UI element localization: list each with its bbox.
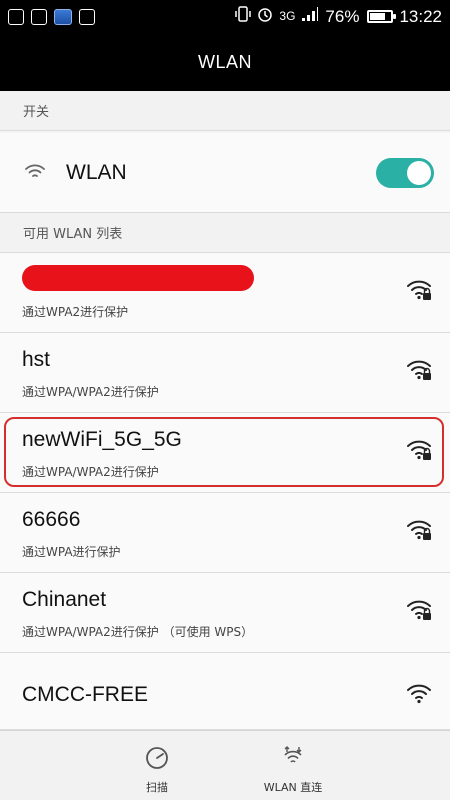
alarm-icon [257,6,273,27]
power-app-icon [54,8,72,25]
section-header-network-list: 可用 WLAN 列表 [0,213,450,253]
network-ssid: Chinanet [22,588,107,611]
bottom-action-bar: 扫描 WLAN 直连 [0,730,450,800]
section-header-switch: 开关 [0,91,450,131]
network-security: 通过WPA2进行保护 [22,305,129,319]
wifi-lock-icon [406,519,432,545]
wlan-toggle-label: WLAN [66,160,127,184]
title-bar: WLAN [0,33,450,91]
switch-knob [407,161,431,185]
network-type: 3G [279,9,296,23]
wlan-direct-icon [284,746,302,763]
battery-icon [367,10,397,23]
wifi-lock-icon [406,279,432,305]
network-security: 通过WPA/WPA2进行保护 （可使用 WPS） [22,625,254,639]
wlan-direct-button[interactable]: WLAN 直连 [238,741,348,796]
wifi-icon [406,683,432,709]
network-item-cmcc-free[interactable]: CMCC-FREE [0,653,450,730]
network-ssid: 66666 [22,508,81,531]
wlan-toggle-row[interactable]: WLAN [0,133,450,213]
scan-button[interactable]: 扫描 [102,741,212,796]
wlan-direct-label: WLAN 直连 [263,781,323,794]
network-ssid: hst [22,348,51,371]
wifi-icon [24,163,46,185]
network-item-hst[interactable]: hst 通过WPA/WPA2进行保护 [0,333,450,413]
scan-icon [146,747,168,769]
status-bar: 3G 76% 13:22 [0,0,450,33]
wifi-lock-icon [406,359,432,385]
network-ssid: CMCC-FREE [22,683,148,706]
network-security: 通过WPA进行保护 [22,545,121,559]
network-item-chinanet[interactable]: Chinanet 通过WPA/WPA2进行保护 （可使用 WPS） [0,573,450,653]
network-item-redacted[interactable]: 通过WPA2进行保护 [0,253,450,333]
notification-icons [8,8,95,25]
network-item-66666[interactable]: 66666 通过WPA进行保护 [0,493,450,573]
status-time: 13:22 [399,6,442,26]
scan-label: 扫描 [146,781,168,794]
network-security: 通过WPA/WPA2进行保护 [22,465,159,479]
network-security: 通过WPA/WPA2进行保护 [22,385,159,399]
wifi-lock-icon [406,599,432,625]
redacted-ssid [22,265,254,291]
vibrate-icon [235,6,252,27]
image-icon [8,8,24,25]
network-item-newwifi[interactable]: newWiFi_5G_5G 通过WPA/WPA2进行保护 [0,413,450,493]
signal-icon [301,6,319,27]
gallery-icon [31,8,47,25]
wlan-switch[interactable] [376,158,434,188]
wifi-lock-icon [406,439,432,465]
battery-percent: 76% [325,6,360,26]
page-title: WLAN [197,51,252,72]
system-icons: 3G 76% 13:22 [235,6,442,27]
android-icon [79,8,95,25]
network-ssid: newWiFi_5G_5G [22,428,182,451]
